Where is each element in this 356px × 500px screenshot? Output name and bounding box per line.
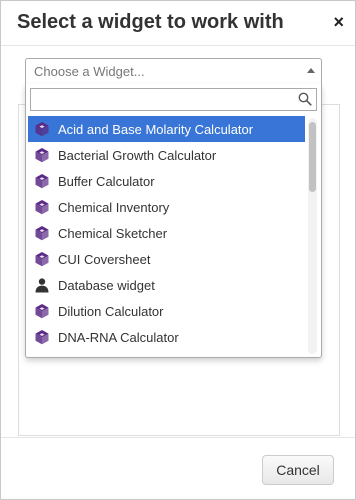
- cube-icon: [35, 226, 49, 241]
- dialog-footer: Cancel: [1, 437, 355, 500]
- widget-select[interactable]: Choose a Widget...: [25, 58, 322, 84]
- cube-icon: [35, 148, 49, 163]
- search-field[interactable]: [30, 88, 317, 111]
- search-input[interactable]: [31, 89, 303, 110]
- widget-option[interactable]: Dilution Calculator: [28, 298, 305, 324]
- widget-option[interactable]: Database widget: [28, 272, 305, 298]
- widget-option-label: CUI Coversheet: [58, 251, 151, 267]
- select-placeholder: Choose a Widget...: [34, 64, 145, 79]
- results-scrollbar[interactable]: [308, 118, 317, 354]
- caret-up-icon: [307, 68, 315, 73]
- cube-icon: [35, 122, 49, 137]
- widget-option-label: DNA-RNA Calculator: [58, 329, 179, 345]
- widget-option[interactable]: Chemical Sketcher: [28, 220, 305, 246]
- dialog-body: Choose a Widget... Acid and Base Molarit…: [1, 46, 355, 436]
- dialog-title: Select a widget to work with: [17, 11, 284, 33]
- widget-option-label: Acid and Base Molarity Calculator: [58, 121, 254, 137]
- cube-icon: [35, 304, 49, 319]
- widget-option-label: Bacterial Growth Calculator: [58, 147, 217, 163]
- widget-option[interactable]: CUI Coversheet: [28, 246, 305, 272]
- search-icon: [298, 92, 312, 106]
- widget-option[interactable]: Buffer Calculator: [28, 168, 305, 194]
- widget-dropdown: Acid and Base Molarity Calculator Bacteri…: [25, 84, 322, 358]
- widget-option-label: Chemical Inventory: [58, 199, 170, 215]
- cube-icon: [35, 252, 49, 267]
- widget-option-label: Chemical Sketcher: [58, 225, 168, 241]
- cube-icon: [35, 174, 49, 189]
- widget-option[interactable]: DNA-RNA Calculator: [28, 324, 305, 350]
- dialog-header: Select a widget to work with ×: [1, 1, 355, 46]
- widget-option[interactable]: Chemical Inventory: [28, 194, 305, 220]
- scrollbar-thumb[interactable]: [309, 122, 316, 192]
- person-icon: [35, 278, 49, 293]
- widget-results-list: Acid and Base Molarity Calculator Bacteri…: [28, 116, 305, 356]
- cube-icon: [35, 330, 49, 345]
- close-icon[interactable]: ×: [333, 12, 344, 32]
- widget-option-label: Dilution Calculator: [58, 303, 164, 319]
- widget-option-label: Database widget: [58, 277, 155, 293]
- widget-option[interactable]: Bacterial Growth Calculator: [28, 142, 305, 168]
- cube-icon: [35, 200, 49, 215]
- cancel-button[interactable]: Cancel: [262, 455, 334, 485]
- widget-select-dialog: Select a widget to work with × Choose a …: [0, 0, 356, 500]
- widget-option-label: Buffer Calculator: [58, 173, 155, 189]
- widget-option[interactable]: Acid and Base Molarity Calculator: [28, 116, 305, 142]
